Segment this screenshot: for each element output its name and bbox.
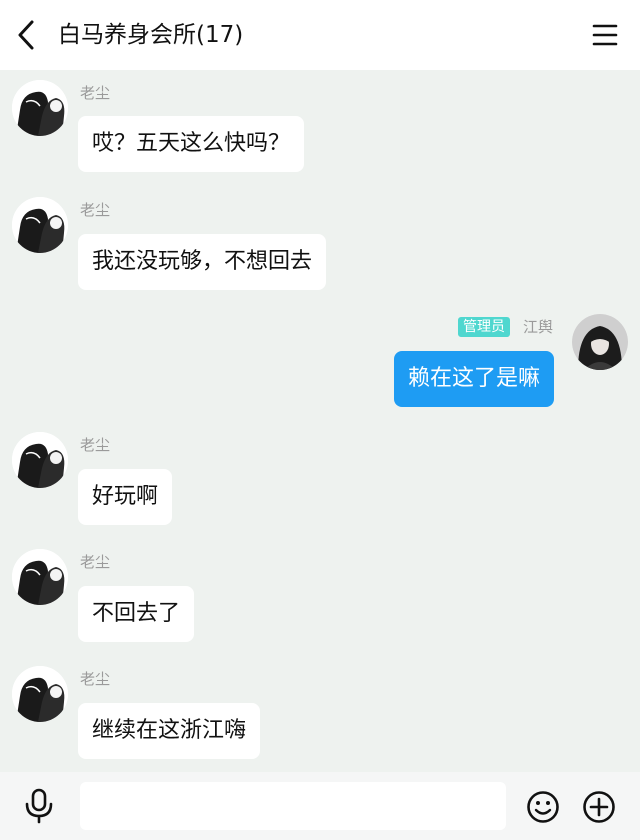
- sender-name: 老尘: [80, 201, 111, 219]
- back-button[interactable]: [12, 18, 42, 52]
- chevron-left-icon: [18, 20, 34, 50]
- chat-header: 白马养身会所(17): [0, 0, 640, 70]
- message-bubble[interactable]: 我还没玩够，不想回去: [78, 234, 327, 290]
- input-bar: [0, 772, 640, 840]
- sender-name: 老尘: [80, 553, 111, 571]
- avatar[interactable]: [12, 197, 68, 253]
- chat-title: 白马养身会所(17): [58, 22, 244, 48]
- sender-name: 老尘: [80, 84, 111, 102]
- emoji-button[interactable]: [526, 790, 560, 824]
- avatar[interactable]: [572, 314, 628, 370]
- microphone-icon: [25, 788, 53, 824]
- message-bubble[interactable]: 不回去了: [78, 586, 195, 642]
- admin-badge: 管理员: [458, 317, 510, 337]
- message-bubble[interactable]: 哎？五天这么快吗？: [78, 116, 305, 172]
- sender-name: 老尘: [80, 670, 111, 688]
- sender-name: 江舆: [523, 318, 554, 336]
- plus-circle-icon: [583, 791, 615, 823]
- avatar[interactable]: [12, 666, 68, 722]
- hamburger-menu-icon: [592, 24, 618, 46]
- message-list[interactable]: 老尘 哎？五天这么快吗？ 老尘 我还没玩够，不想回去 管理员 江舆 赖在这了是嘛: [0, 70, 640, 772]
- avatar[interactable]: [12, 432, 68, 488]
- avatar[interactable]: [12, 80, 68, 136]
- message-bubble[interactable]: 好玩啊: [78, 469, 173, 525]
- voice-button[interactable]: [22, 788, 56, 824]
- more-button[interactable]: [582, 790, 616, 824]
- emoji-smile-icon: [527, 791, 559, 823]
- sender-name: 老尘: [80, 436, 111, 454]
- message-bubble[interactable]: 继续在这浙江嗨: [78, 703, 261, 759]
- message-bubble[interactable]: 赖在这了是嘛: [394, 351, 555, 407]
- avatar[interactable]: [12, 549, 68, 605]
- message-input[interactable]: [80, 782, 506, 830]
- menu-button[interactable]: [592, 22, 618, 48]
